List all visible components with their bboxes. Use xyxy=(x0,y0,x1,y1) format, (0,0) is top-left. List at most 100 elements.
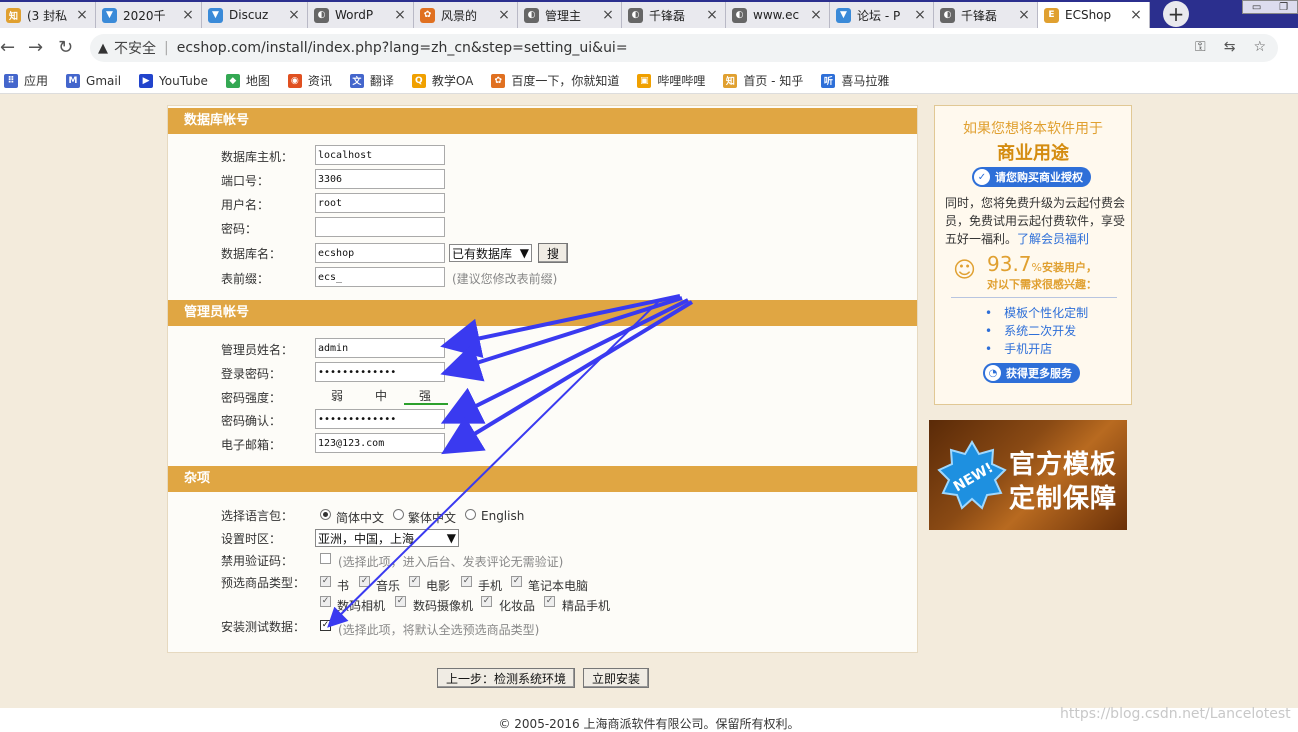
translate-icon[interactable]: ⇆ xyxy=(1224,39,1236,55)
forward-icon[interactable]: → xyxy=(28,37,43,58)
admin-section-header: 管理员帐号 xyxy=(168,300,917,326)
tab-close-icon[interactable]: × xyxy=(1129,7,1143,23)
lang-english-radio[interactable] xyxy=(465,509,476,520)
promo-item-template[interactable]: 模板个性化定制 xyxy=(985,304,1088,322)
restore-icon[interactable]: ❐ xyxy=(1279,2,1288,13)
tab-close-icon[interactable]: × xyxy=(75,7,89,23)
tab-label: 风景的 xyxy=(441,8,478,23)
tab-close-icon[interactable]: × xyxy=(1017,7,1031,23)
lang-traditional-radio[interactable] xyxy=(393,509,404,520)
tab-label: 千锋磊 xyxy=(649,8,686,23)
prefix-input[interactable] xyxy=(315,267,445,287)
admin-pass-input[interactable] xyxy=(315,362,445,382)
browser-tab[interactable]: ◐ WordP × xyxy=(308,2,414,28)
tab-close-icon[interactable]: × xyxy=(181,7,195,23)
goods-checkbox-phone[interactable]: ✓ xyxy=(461,576,472,587)
goods-checkbox-cosmetics[interactable]: ✓ xyxy=(481,596,492,607)
new-tab-button[interactable]: + xyxy=(1163,1,1189,27)
db-host-input[interactable] xyxy=(315,145,445,165)
tab-close-icon[interactable]: × xyxy=(497,7,511,23)
bookmark-item[interactable]: 文翻译 xyxy=(349,72,394,89)
captcha-checkbox[interactable] xyxy=(320,553,331,564)
promo-item-dev[interactable]: 系统二次开发 xyxy=(985,322,1088,340)
back-icon[interactable]: ← xyxy=(0,37,15,58)
bookmark-item[interactable]: ⠿ 应用 xyxy=(4,72,48,89)
goods-checkbox-music[interactable]: ✓ xyxy=(359,576,370,587)
tab-close-icon[interactable]: × xyxy=(601,7,615,23)
test-data-checkbox[interactable]: ✓ xyxy=(320,620,331,631)
email-input[interactable] xyxy=(315,433,445,453)
member-benefits-link[interactable]: 了解会员福利 xyxy=(1017,232,1089,246)
browser-tab[interactable]: ▼ 论坛 - P × xyxy=(830,2,934,28)
browser-tab[interactable]: ✿ 风景的 × xyxy=(414,2,518,28)
bookmark-item[interactable]: ◆ 地图 xyxy=(225,72,270,89)
timezone-select[interactable]: 亚洲，中国，上海 ▼ xyxy=(315,529,459,547)
bookmark-item[interactable]: 听喜马拉雅 xyxy=(821,72,889,89)
db-user-input[interactable] xyxy=(315,193,445,213)
promo-line1: 如果您想将本软件用于 xyxy=(963,121,1103,137)
db-pass-input[interactable] xyxy=(315,217,445,237)
tab-favicon-icon: E xyxy=(1044,7,1059,23)
browser-tab[interactable]: ▼ 2020千 × xyxy=(96,2,202,28)
goods-checkbox-premium-phone[interactable]: ✓ xyxy=(544,596,555,607)
confirm-pass-input[interactable] xyxy=(315,409,445,429)
browser-tab[interactable]: ◐ 管理主 × xyxy=(518,2,622,28)
insecure-label[interactable]: 不安全 xyxy=(114,38,156,58)
more-services-button[interactable]: ◔ 获得更多服务 xyxy=(983,363,1080,383)
goods-checkbox-camcorder[interactable]: ✓ xyxy=(395,596,406,607)
browser-tab[interactable]: E ECShop × xyxy=(1038,2,1150,28)
goods-checkbox-book[interactable]: ✓ xyxy=(320,576,331,587)
star-icon[interactable]: ☆ xyxy=(1253,39,1266,55)
browser-tab[interactable]: ◐ www.ec × xyxy=(726,2,830,28)
install-now-button[interactable]: 立即安装 xyxy=(583,668,649,688)
db-port-input[interactable] xyxy=(315,169,445,189)
goods-checkbox-camera[interactable]: ✓ xyxy=(320,596,331,607)
promo-item-mobile[interactable]: 手机开店 xyxy=(985,340,1088,358)
tab-close-icon[interactable]: × xyxy=(287,7,301,23)
url-input[interactable]: ▲ 不安全 | ecshop.com/install/index.php?lan… xyxy=(90,34,1278,62)
window-controls[interactable]: ▭ ❐ xyxy=(1242,0,1298,14)
reload-icon[interactable]: ↻ xyxy=(58,37,73,58)
bookmark-item[interactable]: Q 教学OA xyxy=(411,72,473,89)
key-icon[interactable]: ⚿ xyxy=(1195,39,1206,55)
admin-name-input[interactable] xyxy=(315,338,445,358)
bookmark-item[interactable]: ▶ YouTube xyxy=(139,73,208,88)
buy-license-button[interactable]: ✓ 请您购买商业授权 xyxy=(972,167,1091,187)
browser-tab[interactable]: ◐ 千锋磊 × xyxy=(934,2,1038,28)
tab-close-icon[interactable]: × xyxy=(393,7,407,23)
strength-weak: 弱 xyxy=(331,389,344,403)
bookmark-item[interactable]: ◉ 资讯 xyxy=(287,72,332,89)
tab-favicon-icon: ▼ xyxy=(836,7,851,23)
db-name-label: 数据库名： xyxy=(221,247,282,261)
browser-tab[interactable]: ◐ 千锋磊 × xyxy=(622,2,726,28)
browser-tab[interactable]: ▼ Discuz × xyxy=(202,2,308,28)
warning-icon[interactable]: ▲ xyxy=(98,41,108,56)
goods-checkbox-movie[interactable]: ✓ xyxy=(409,576,420,587)
db-name-input[interactable] xyxy=(315,243,445,263)
browser-tab[interactable]: 知 (3 封私 × xyxy=(0,2,96,28)
new-badge-icon: NEW! xyxy=(937,440,1007,510)
tab-favicon-icon: ◐ xyxy=(940,7,955,23)
confirm-pass-label: 密码确认： xyxy=(221,414,282,428)
tab-close-icon[interactable]: × xyxy=(913,7,927,23)
bookmark-item[interactable]: ✿ 百度一下，你就知道 xyxy=(491,72,619,89)
bookmark-item[interactable]: M Gmail xyxy=(66,73,121,88)
search-db-button[interactable]: 搜 xyxy=(538,243,568,263)
bookmark-item[interactable]: 知首页 - 知乎 xyxy=(723,72,803,89)
promo-stat: 93.7%安装用户， xyxy=(987,252,1097,276)
minimize-icon[interactable]: ▭ xyxy=(1252,2,1261,13)
template-banner[interactable]: NEW! 官方模板 定制保障 xyxy=(929,420,1127,530)
service-icon: ◔ xyxy=(985,365,1001,381)
goods-checkbox-laptop[interactable]: ✓ xyxy=(511,576,522,587)
tab-close-icon[interactable]: × xyxy=(809,7,823,23)
tab-label: (3 封私 xyxy=(27,8,68,23)
prev-step-button[interactable]: 上一步：检测系统环境 xyxy=(437,668,575,688)
url-text[interactable]: ecshop.com/install/index.php?lang=zh_cn&… xyxy=(177,40,628,56)
bookmark-item[interactable]: ▣ 哔哩哔哩 xyxy=(637,72,705,89)
tab-close-icon[interactable]: × xyxy=(705,7,719,23)
lang-simplified-radio[interactable] xyxy=(320,509,331,520)
db-exist-select[interactable]: 已有数据库 ▼ xyxy=(449,244,532,262)
timezone-value: 亚洲，中国，上海 xyxy=(318,531,415,546)
db-section-header: 数据库帐号 xyxy=(168,108,917,134)
tab-label: 论坛 - P xyxy=(857,8,901,23)
